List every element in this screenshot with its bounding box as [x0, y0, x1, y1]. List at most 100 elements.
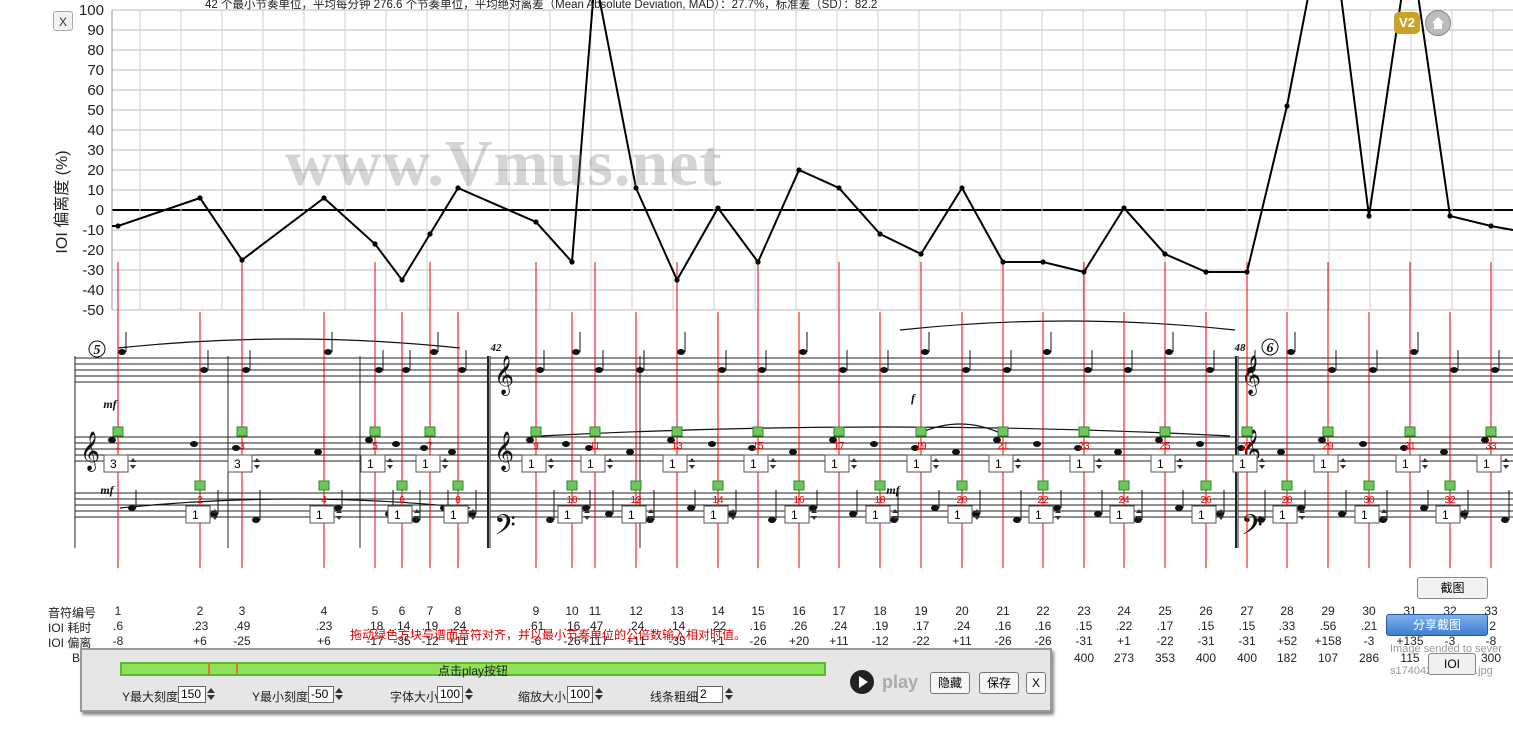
- dynamic-mark: f: [911, 391, 916, 405]
- note-number: 17: [832, 604, 846, 618]
- rhythm-value: 1: [913, 457, 920, 471]
- marker-number: 29: [1322, 441, 1334, 452]
- marker-number: 20: [956, 495, 968, 506]
- save-button[interactable]: 保存: [979, 672, 1019, 694]
- font-size-input[interactable]: 100: [437, 686, 463, 703]
- note-head: [1359, 441, 1367, 447]
- zoom-stepper[interactable]: [594, 686, 604, 703]
- note-head: [687, 505, 695, 511]
- ioi-time-value: .23: [191, 619, 209, 633]
- alignment-marker: [236, 426, 248, 437]
- y-tick-label: -10: [82, 222, 104, 239]
- note-number: 12: [629, 604, 643, 618]
- ioi-button[interactable]: IOI: [1428, 653, 1476, 675]
- rhythm-value: 1: [1402, 457, 1409, 471]
- marker-number: 10: [566, 495, 578, 506]
- ioi-time-value: .26: [790, 619, 808, 633]
- ioi-time-value: .21: [1360, 619, 1378, 633]
- share-screenshot-button[interactable]: 分享截图: [1386, 614, 1488, 636]
- marker-number: 6: [399, 495, 405, 506]
- ioi-deviation-value: -8: [112, 634, 124, 648]
- marker-number: 4: [321, 495, 327, 506]
- note-number: 18: [873, 604, 887, 618]
- note-head: [708, 441, 716, 447]
- note-head: [582, 505, 590, 511]
- rhythm-value: 1: [872, 508, 879, 522]
- ioi-deviation-value: +20: [788, 634, 810, 648]
- ymin-stepper[interactable]: [334, 686, 344, 703]
- marker-number: 31: [1404, 441, 1416, 452]
- line-width-input[interactable]: 2: [697, 686, 723, 703]
- rhythm-value: 1: [1157, 457, 1164, 471]
- marker-number: 7: [427, 441, 433, 452]
- note-head: [849, 511, 857, 517]
- font-size-stepper[interactable]: [464, 686, 474, 703]
- close-panel-button[interactable]: X: [53, 11, 73, 31]
- data-point: [115, 223, 121, 229]
- note-head: [1420, 505, 1428, 511]
- note-number: 11: [588, 604, 602, 618]
- data-point: [674, 277, 680, 283]
- note-number: 29: [1321, 604, 1335, 618]
- note-number: 3: [238, 604, 246, 618]
- data-point: [918, 251, 924, 257]
- note-head: [1287, 349, 1295, 355]
- playback-progress[interactable]: 点击play按钮: [120, 662, 826, 678]
- rhythm-value: 1: [316, 508, 323, 522]
- ioi-time-value: .23: [315, 619, 333, 633]
- marker-number: 15: [752, 441, 764, 452]
- data-point: [533, 219, 539, 225]
- note-head: [677, 349, 685, 355]
- ioi-deviation-value: -3: [1363, 634, 1375, 648]
- data-point: [1447, 213, 1453, 219]
- rhythm-value: 1: [564, 508, 571, 522]
- note-head: [448, 449, 456, 455]
- progress-label: 点击play按钮: [437, 664, 508, 678]
- dynamic-mark: mf: [100, 483, 114, 497]
- home-icon[interactable]: [1425, 10, 1451, 36]
- hide-button[interactable]: 隐藏: [930, 672, 970, 694]
- screenshot-button[interactable]: 截图: [1417, 577, 1488, 599]
- panel-close-button[interactable]: X: [1026, 672, 1046, 694]
- v2-badge[interactable]: V2: [1394, 12, 1420, 34]
- slur: [919, 423, 1001, 434]
- note-number: 24: [1117, 604, 1131, 618]
- play-icon[interactable]: [850, 670, 874, 694]
- data-point: [399, 277, 405, 283]
- bpm-value: 286: [1358, 651, 1380, 665]
- ioi-time-value: .24: [953, 619, 971, 633]
- alignment-marker: [396, 480, 408, 491]
- rhythm-value: 1: [669, 457, 676, 471]
- alignment-marker: [452, 480, 464, 491]
- rhythm-stepper: [387, 458, 393, 469]
- play-label[interactable]: play: [882, 672, 918, 693]
- data-point: [836, 185, 842, 191]
- ymin-input[interactable]: -50: [308, 686, 334, 703]
- zoom-label: 缩放大小: [518, 690, 567, 704]
- marker-number: 14: [712, 495, 724, 506]
- alignment-marker: [1200, 480, 1212, 491]
- data-point: [715, 205, 721, 211]
- alignment-marker: [1078, 426, 1090, 437]
- rhythm-stepper: [130, 458, 136, 469]
- line-width-stepper[interactable]: [724, 686, 734, 703]
- note-head: [314, 449, 322, 455]
- marker-number: 17: [833, 441, 845, 452]
- line-width-label: 线条粗细: [650, 690, 699, 704]
- note-number: 25: [1158, 604, 1172, 618]
- note-head: [1043, 349, 1051, 355]
- y-tick-label: 50: [87, 102, 104, 119]
- ymax-stepper[interactable]: [206, 686, 216, 703]
- note-head: [952, 449, 960, 455]
- zoom-input[interactable]: 100: [567, 686, 593, 703]
- note-head: [1094, 511, 1102, 517]
- rhythm-value: 1: [1035, 508, 1042, 522]
- ioi-time-value: .16: [994, 619, 1012, 633]
- note-head: [118, 349, 126, 355]
- ymax-input[interactable]: 150: [178, 686, 206, 703]
- clef-symbol: 𝄞: [494, 355, 514, 396]
- note-head: [324, 349, 332, 355]
- rhythm-value: 1: [1279, 508, 1286, 522]
- rhythm-stepper: [851, 458, 857, 469]
- ioi-deviation-value: -26: [749, 634, 767, 648]
